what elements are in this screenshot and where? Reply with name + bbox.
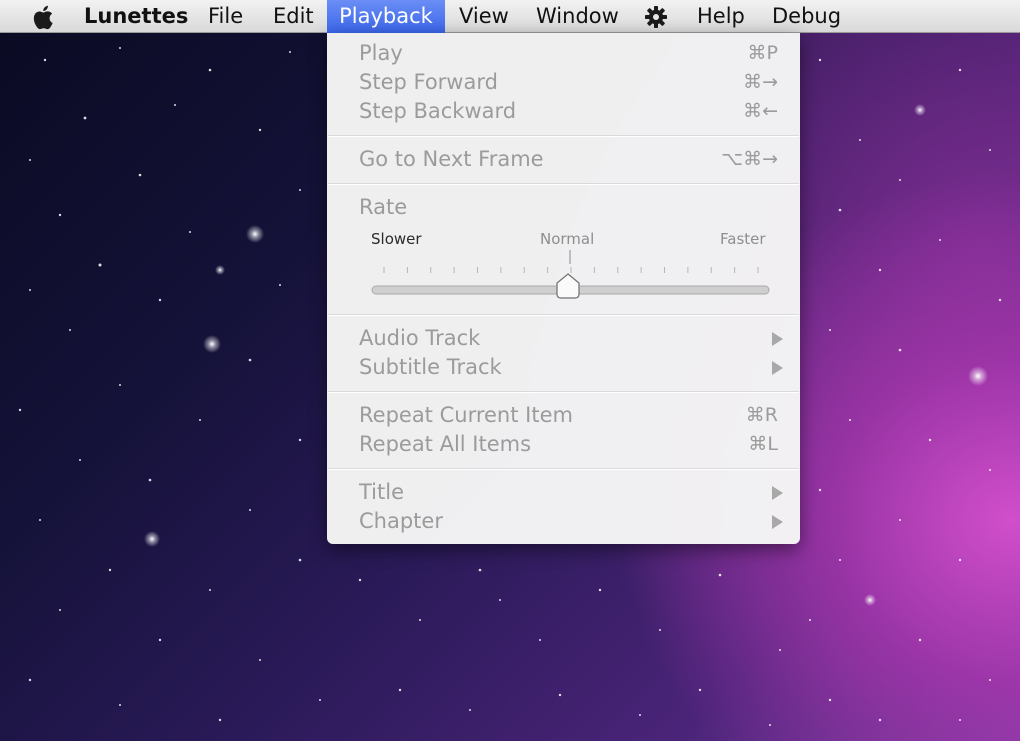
- rate-slower-label: Slower: [371, 230, 422, 248]
- submenu-arrow-icon: [772, 515, 783, 529]
- shortcut-label: ⌘P: [747, 42, 778, 64]
- menu-item-step-forward[interactable]: Step Forward ⌘→: [327, 68, 800, 97]
- menu-separator: [328, 391, 799, 393]
- menu-item-label: Chapter: [359, 509, 443, 533]
- menu-view[interactable]: View: [459, 0, 509, 33]
- menu-item-label: Title: [359, 480, 405, 504]
- menu-item-label: Go to Next Frame: [359, 147, 544, 171]
- menu-item-label: Step Forward: [359, 70, 498, 94]
- menu-file[interactable]: File: [208, 0, 243, 33]
- menu-separator: [328, 468, 799, 470]
- slider-thumb[interactable]: [556, 273, 580, 299]
- shortcut-label: ⌘←: [743, 100, 778, 122]
- app-menu-lunettes[interactable]: Lunettes: [84, 0, 188, 33]
- shortcut-label: ⌥⌘→: [721, 148, 778, 170]
- rate-label: Rate: [359, 195, 408, 219]
- menu-bar: Lunettes File Edit Playback View Window …: [0, 0, 1020, 33]
- menu-item-repeat-current-item[interactable]: Repeat Current Item ⌘R: [327, 401, 800, 430]
- submenu-arrow-icon: [772, 486, 783, 500]
- menu-edit[interactable]: Edit: [273, 0, 314, 33]
- menu-item-chapter[interactable]: Chapter: [327, 507, 800, 536]
- gear-menu[interactable]: [644, 0, 668, 33]
- menu-item-play[interactable]: Play ⌘P: [327, 39, 800, 68]
- slider-ticks: [383, 267, 759, 273]
- submenu-arrow-icon: [772, 332, 783, 346]
- menu-item-subtitle-track[interactable]: Subtitle Track: [327, 353, 800, 382]
- menu-help[interactable]: Help: [697, 0, 745, 33]
- menu-item-go-to-next-frame[interactable]: Go to Next Frame ⌥⌘→: [327, 145, 800, 174]
- menu-item-title[interactable]: Title: [327, 478, 800, 507]
- menu-item-label: Subtitle Track: [359, 355, 502, 379]
- submenu-arrow-icon: [772, 361, 783, 375]
- shortcut-label: ⌘R: [745, 404, 778, 426]
- apple-menu[interactable]: [30, 0, 56, 33]
- shortcut-label: ⌘L: [748, 433, 778, 455]
- menu-item-label: Step Backward: [359, 99, 517, 123]
- menu-item-step-backward[interactable]: Step Backward ⌘←: [327, 97, 800, 126]
- menu-item-rate: Rate: [327, 193, 800, 222]
- menu-separator: [328, 135, 799, 137]
- menu-item-label: Play: [359, 41, 403, 65]
- shortcut-label: ⌘→: [743, 71, 778, 93]
- menu-separator: [328, 314, 799, 316]
- rate-slider[interactable]: [327, 250, 800, 310]
- menu-item-label: Repeat Current Item: [359, 403, 573, 427]
- menu-debug[interactable]: Debug: [772, 0, 841, 33]
- playback-menu-dropdown: Play ⌘P Step Forward ⌘→ Step Backward ⌘←…: [327, 33, 800, 544]
- menu-playback[interactable]: Playback: [327, 0, 445, 33]
- rate-normal-label: Normal: [540, 230, 595, 248]
- rate-faster-label: Faster: [720, 230, 766, 248]
- menu-item-label: Audio Track: [359, 326, 481, 350]
- menu-item-audio-track[interactable]: Audio Track: [327, 324, 800, 353]
- menu-item-label: Repeat All Items: [359, 432, 532, 456]
- menu-window[interactable]: Window: [536, 0, 619, 33]
- menu-item-repeat-all-items[interactable]: Repeat All Items ⌘L: [327, 430, 800, 459]
- apple-icon: [33, 5, 53, 30]
- menu-separator: [328, 183, 799, 185]
- gear-icon: [645, 6, 667, 28]
